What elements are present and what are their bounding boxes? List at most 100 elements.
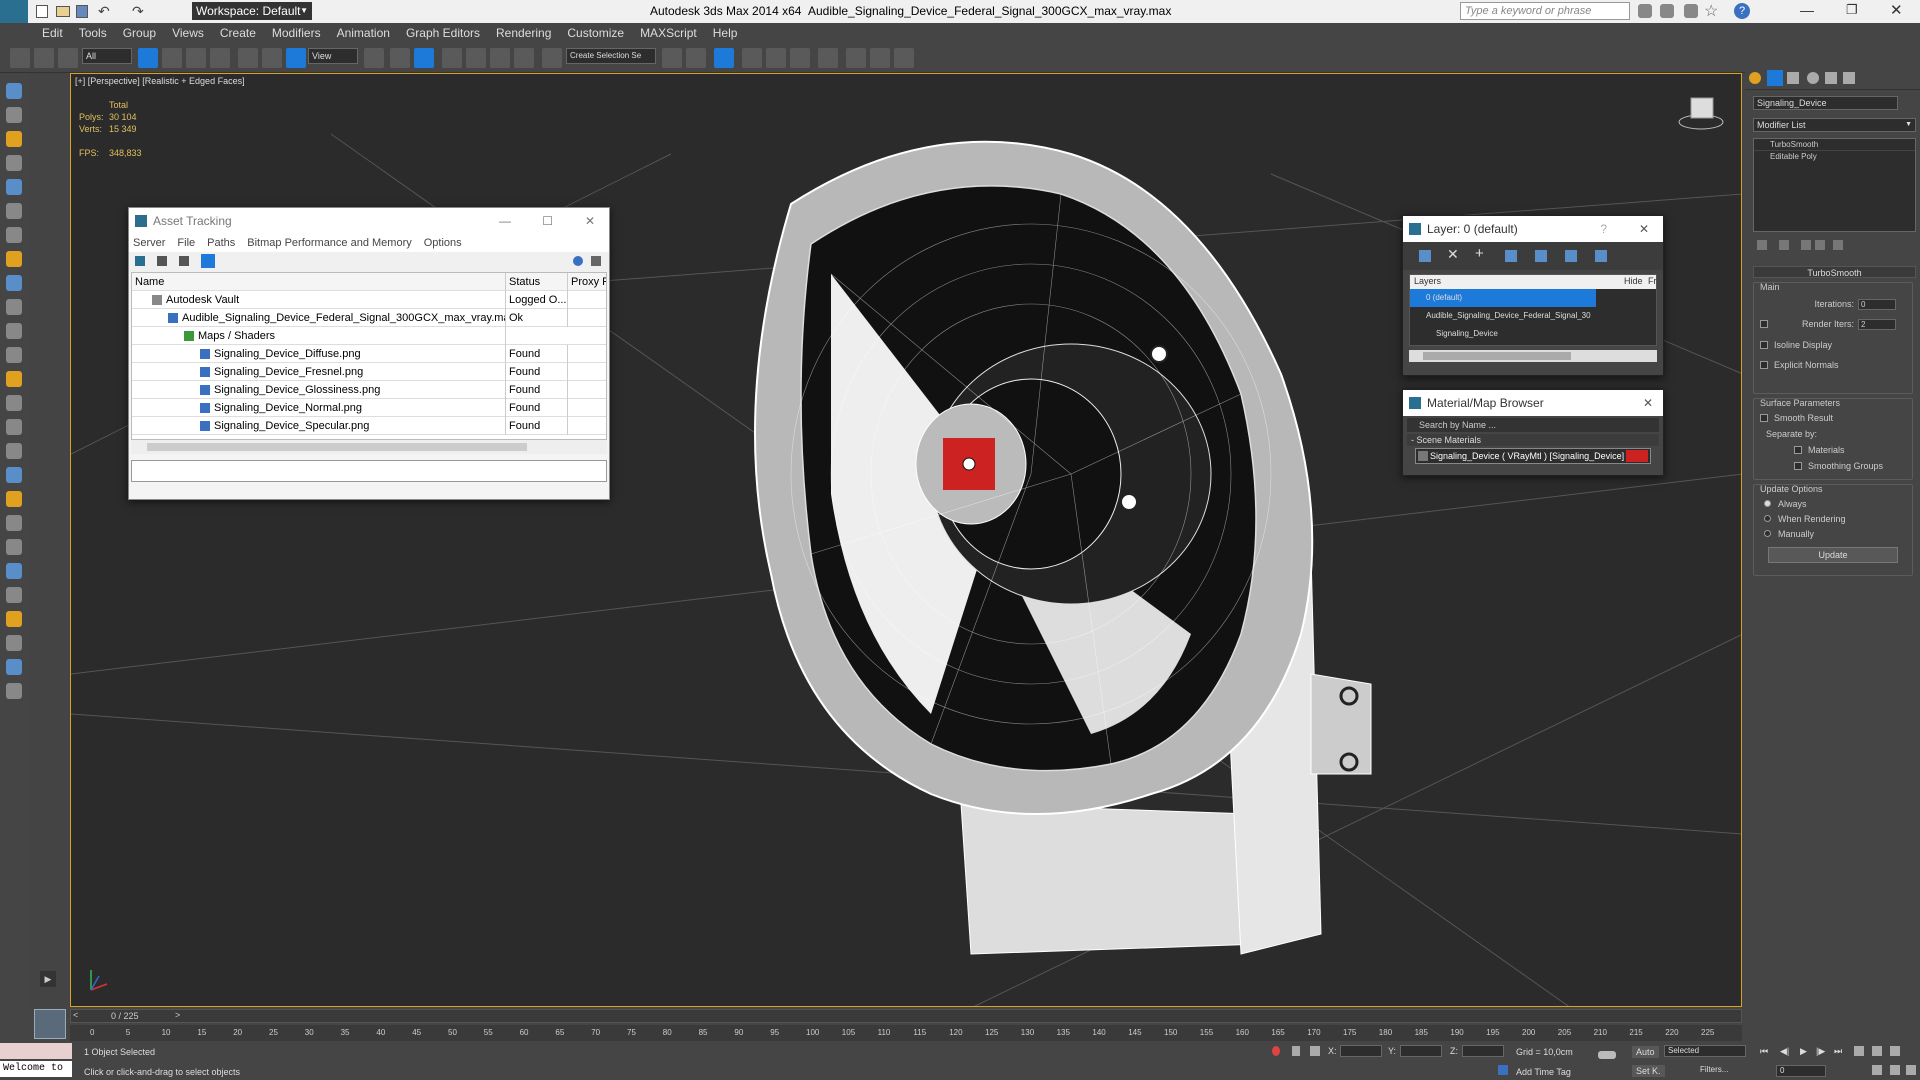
maxscript-pink-field[interactable] bbox=[0, 1043, 72, 1059]
layer-window-titlebar[interactable]: Layer: 0 (default) ? ✕ bbox=[1403, 216, 1663, 242]
create-box-icon[interactable] bbox=[6, 131, 22, 147]
x-coord-field[interactable] bbox=[1340, 1045, 1382, 1057]
show-end-result-icon[interactable] bbox=[1779, 240, 1789, 250]
redo-icon[interactable]: ↷ bbox=[132, 3, 144, 20]
bind-space-warp-icon[interactable] bbox=[58, 48, 78, 68]
help-icon[interactable]: ? bbox=[1734, 3, 1750, 19]
edit-named-sel-icon[interactable] bbox=[542, 48, 562, 68]
key-filters-button[interactable]: Filters... bbox=[1700, 1065, 1728, 1074]
asset-row[interactable]: Audible_Signaling_Device_Federal_Signal_… bbox=[132, 309, 606, 327]
stack-item-turbosmooth[interactable]: TurboSmooth bbox=[1754, 139, 1915, 151]
track-bar[interactable]: 0 5 10 15 20 25 30 35 40 45 50 55 60 65 70 75 80 85 90 95 10… bbox=[70, 1025, 1742, 1041]
display-tab-icon[interactable] bbox=[1825, 72, 1837, 84]
iterations-spinner[interactable]: 0 bbox=[1858, 299, 1896, 310]
prev-frame-icon[interactable]: ◀| bbox=[1780, 1046, 1789, 1057]
binoculars-icon[interactable] bbox=[1638, 4, 1652, 18]
wrap-icon[interactable] bbox=[6, 491, 22, 507]
orbit-icon[interactable] bbox=[1890, 1065, 1900, 1075]
material-browser-titlebar[interactable]: Material/Map Browser ✕ bbox=[1403, 390, 1663, 416]
configure-sets-icon[interactable] bbox=[1833, 240, 1843, 250]
zoom-icon[interactable] bbox=[1854, 1046, 1864, 1056]
pan-icon[interactable] bbox=[1872, 1065, 1882, 1075]
remove-modifier-icon[interactable] bbox=[1815, 240, 1825, 250]
help-icon[interactable]: ? bbox=[1600, 216, 1607, 242]
material-search-field[interactable]: Search by Name ... bbox=[1407, 418, 1659, 432]
asset-row[interactable]: Signaling_Device_Glossiness.png Found bbox=[132, 381, 606, 399]
material-editor-icon[interactable] bbox=[818, 48, 838, 68]
curve-editor-icon[interactable] bbox=[766, 48, 786, 68]
hide-all-layers-icon[interactable] bbox=[1565, 250, 1577, 262]
select-manipulate-icon[interactable] bbox=[390, 48, 410, 68]
modifier-list-dropdown[interactable]: Modifier List ▼ bbox=[1753, 118, 1916, 132]
material-item[interactable]: Signaling_Device ( VRayMtl ) [Signaling_… bbox=[1415, 448, 1651, 464]
selection-filter-dropdown[interactable]: All bbox=[82, 48, 132, 64]
close-icon[interactable]: ✕ bbox=[1639, 216, 1649, 242]
scale-icon[interactable] bbox=[286, 48, 306, 68]
lock-icon[interactable] bbox=[1292, 1046, 1300, 1056]
graphite-ribbon-icon[interactable] bbox=[742, 48, 762, 68]
light-icon[interactable] bbox=[6, 203, 22, 219]
zoom-all-icon[interactable] bbox=[1872, 1046, 1882, 1056]
smooth-result-checkbox[interactable] bbox=[1760, 414, 1768, 422]
asset-menu-bitmap-performance-and-memory[interactable]: Bitmap Performance and Memory bbox=[247, 237, 411, 249]
isoline-display-checkbox[interactable] bbox=[1760, 341, 1768, 349]
time-slider-prev[interactable]: < bbox=[73, 1010, 78, 1020]
menu-maxscript[interactable]: MAXScript bbox=[632, 23, 705, 40]
space-warp-icon[interactable] bbox=[6, 275, 22, 291]
col-fr-header[interactable]: Fr bbox=[1648, 276, 1657, 286]
create-cylinder-icon[interactable] bbox=[6, 179, 22, 195]
freeform-icon[interactable] bbox=[6, 635, 22, 651]
layer-row[interactable]: 0 (default) bbox=[1410, 289, 1596, 307]
create-layer-icon[interactable] bbox=[1419, 250, 1431, 262]
star-icon[interactable]: ☆ bbox=[1704, 1, 1718, 21]
zoom-extents-icon[interactable] bbox=[1890, 1046, 1900, 1056]
asset-horizontal-scrollbar[interactable] bbox=[131, 440, 607, 454]
make-unique-icon[interactable] bbox=[1801, 240, 1811, 250]
go-to-end-icon[interactable]: ⏭ bbox=[1834, 1046, 1842, 1057]
asset-row[interactable]: Autodesk Vault Logged O... bbox=[132, 291, 606, 309]
spinner-snap-icon[interactable] bbox=[514, 48, 534, 68]
app-logo-icon[interactable] bbox=[0, 0, 28, 23]
sculpt-icon[interactable] bbox=[6, 539, 22, 555]
select-object-icon[interactable] bbox=[138, 48, 158, 68]
asset-row[interactable]: Signaling_Device_Diffuse.png Found bbox=[132, 345, 606, 363]
absolute-mode-icon[interactable] bbox=[1310, 1046, 1320, 1056]
minimize-icon[interactable]: — bbox=[499, 208, 511, 234]
layer-scrollbar[interactable] bbox=[1409, 350, 1657, 362]
layer-row[interactable]: Audible_Signaling_Device_Federal_Signal_… bbox=[1410, 307, 1656, 325]
time-tag-icon[interactable] bbox=[1498, 1065, 1508, 1075]
highlight-layer-icon[interactable] bbox=[1535, 250, 1547, 262]
col-status-header[interactable]: Status bbox=[506, 273, 568, 291]
ref-coord-dropdown[interactable]: View bbox=[308, 48, 358, 64]
render-teapot-icon[interactable] bbox=[894, 48, 914, 68]
extrude-icon[interactable] bbox=[6, 371, 22, 387]
select-objects-layer-icon[interactable] bbox=[1505, 250, 1517, 262]
menu-edit[interactable]: Edit bbox=[34, 23, 71, 40]
render-setup-icon[interactable] bbox=[846, 48, 866, 68]
help-icon[interactable] bbox=[573, 256, 583, 266]
rollout-title[interactable]: TurboSmooth bbox=[1753, 266, 1916, 278]
menu-animation[interactable]: Animation bbox=[329, 23, 398, 40]
modify-tab-icon[interactable] bbox=[1767, 70, 1783, 86]
viewport-layout-icon[interactable] bbox=[6, 83, 22, 99]
time-slider-next[interactable]: > bbox=[175, 1010, 180, 1020]
auto-key-button[interactable]: Auto bbox=[1632, 1046, 1659, 1058]
menu-group[interactable]: Group bbox=[115, 23, 164, 40]
close-icon[interactable]: ✕ bbox=[585, 208, 595, 234]
hierarchy-tab-icon[interactable] bbox=[1787, 72, 1799, 84]
selection-icon[interactable] bbox=[6, 659, 22, 675]
named-selection-dropdown[interactable]: Create Selection Se bbox=[566, 48, 656, 64]
create-sphere-icon[interactable] bbox=[6, 155, 22, 171]
asset-menu-options[interactable]: Options bbox=[424, 237, 462, 249]
col-proxy-header[interactable]: Proxy R bbox=[568, 273, 606, 291]
move-icon[interactable] bbox=[238, 48, 258, 68]
scene-explorer-icon[interactable] bbox=[6, 107, 22, 123]
delete-layer-icon[interactable]: ✕ bbox=[1447, 246, 1459, 263]
populate-icon[interactable] bbox=[6, 587, 22, 603]
asset-path-field[interactable] bbox=[131, 460, 607, 482]
frame-display[interactable]: 0 / 225 bbox=[111, 1011, 139, 1021]
add-to-layer-icon[interactable]: + bbox=[1475, 245, 1484, 262]
add-time-tag[interactable]: Add Time Tag bbox=[1516, 1067, 1571, 1077]
key-mode-icon[interactable] bbox=[1598, 1051, 1616, 1059]
view-table-icon[interactable] bbox=[179, 256, 189, 266]
